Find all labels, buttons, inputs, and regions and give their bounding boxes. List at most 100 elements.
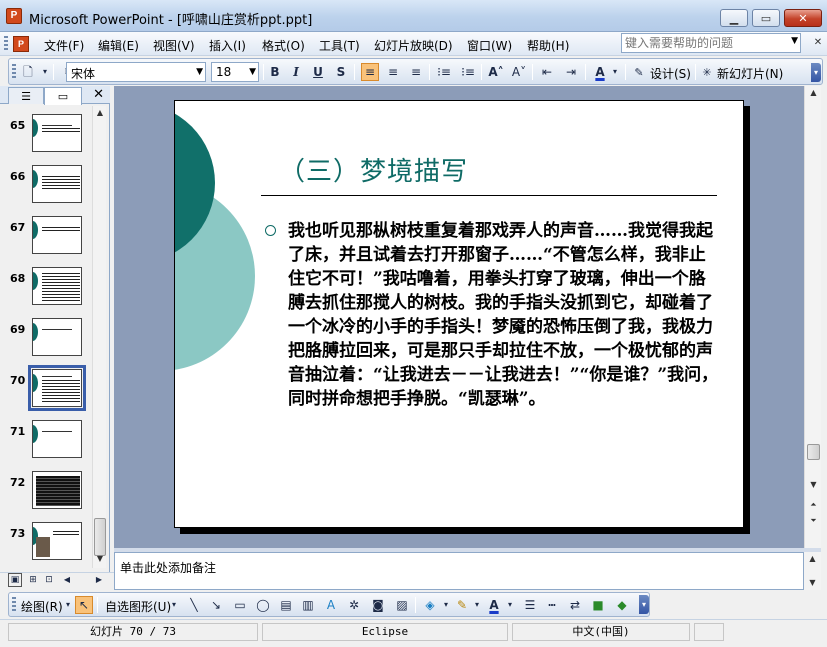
new-slide-button[interactable]: 新幻灯片(N) [717,65,783,82]
menu-slideshow[interactable]: 幻灯片放映(D) [374,37,453,54]
chevron-down-icon[interactable]: ▼ [249,67,256,77]
slide-thumbnail[interactable] [32,165,82,203]
chevron-down-icon[interactable]: ▾ [169,596,179,614]
3d-style-icon[interactable]: ◆ [613,596,631,614]
help-search-box[interactable]: ▼ [621,33,801,53]
chevron-down-icon[interactable]: ▾ [505,596,515,614]
scroll-down-icon[interactable]: ▼ [807,478,820,492]
toolbar-grip[interactable] [12,64,16,80]
align-right-icon[interactable]: ≡ [407,63,425,81]
shadow-button[interactable]: S [332,63,350,81]
slide-title[interactable]: （三）梦境描写 [279,151,468,188]
underline-button[interactable]: U [309,63,327,81]
scroll-right-icon[interactable]: ▶ [94,573,104,587]
powerpoint-icon[interactable]: P [6,8,22,24]
font-size-select[interactable]: 18 ▼ [211,62,259,82]
chevron-down-icon[interactable]: ▼ [791,36,798,46]
menu-window[interactable]: 窗口(W) [467,37,512,54]
shadow-style-icon[interactable]: ■ [589,596,607,614]
slide-thumbnail[interactable] [32,471,82,509]
picture-icon[interactable]: ▨ [393,596,411,614]
oval-icon[interactable]: ◯ [254,596,272,614]
next-slide-icon[interactable]: ⏷ [807,514,820,528]
draw-menu-button[interactable]: 绘图(R) [21,598,63,615]
menu-file[interactable]: 文件(F) [44,37,84,54]
chevron-down-icon[interactable]: ▼ [196,67,203,77]
restore-button[interactable]: ▭ [752,9,780,27]
scroll-down-icon[interactable]: ▼ [94,552,106,566]
scroll-thumb[interactable] [807,444,820,460]
scroll-thumb[interactable] [94,518,106,556]
slide-thumbnail[interactable] [32,114,82,152]
slide-thumbnail[interactable] [32,267,82,305]
line-color-icon[interactable]: ✎ [453,596,471,614]
font-color-icon[interactable]: A [591,63,609,81]
notes-pane[interactable]: 单击此处添加备注 [114,552,804,590]
rectangle-icon[interactable]: ▭ [231,596,249,614]
new-slide-icon[interactable]: ✳ [698,63,716,81]
notes-scrollbar[interactable]: ▲ ▼ [804,552,821,590]
diagram-icon[interactable]: ✲ [345,596,363,614]
chevron-down-icon[interactable]: ▾ [472,596,482,614]
new-document-icon[interactable]: 🗋 [19,63,37,81]
slide-thumbnail[interactable] [32,216,82,254]
toolbar-grip[interactable] [4,36,8,52]
decrease-font-size-icon[interactable]: A˅ [510,63,528,81]
arrow-style-icon[interactable]: ⇄ [566,596,584,614]
toolbar-grip[interactable] [12,597,16,613]
align-left-icon[interactable]: ≡ [361,63,379,81]
scroll-left-icon[interactable]: ◀ [62,573,72,587]
scroll-up-icon[interactable]: ▲ [94,106,106,120]
italic-button[interactable]: I [287,63,305,81]
slide-thumbnail[interactable] [32,420,82,458]
slide-body-text[interactable]: 我也听见那枞树枝重复着那戏弄人的声音……我觉得我起了床，并且试着去打开那窗子……… [288,219,722,411]
slides-pane-scrollbar[interactable]: ▲ ▼ [92,106,106,568]
font-name-select[interactable]: 宋体 ▼ [66,62,206,82]
line-icon[interactable]: ╲ [185,596,203,614]
chevron-down-icon[interactable]: ▾ [36,63,54,81]
close-pane-icon[interactable]: ✕ [93,87,104,102]
scroll-up-icon[interactable]: ▲ [806,554,819,563]
design-button[interactable]: 设计(S) [650,65,691,82]
minimize-button[interactable]: ▁ [720,9,748,27]
menu-help[interactable]: 帮助(H) [527,37,569,54]
wordart-icon[interactable]: A [322,596,340,614]
menu-view[interactable]: 视图(V) [153,37,195,54]
slideshow-view-icon[interactable]: ⊡ [42,573,56,587]
dash-style-icon[interactable]: ┅ [543,596,561,614]
menu-insert[interactable]: 插入(I) [209,37,246,54]
close-document-icon[interactable]: ✕ [813,38,823,48]
autoshapes-button[interactable]: 自选图形(U) [105,598,171,615]
align-center-icon[interactable]: ≡ [384,63,402,81]
numbering-icon[interactable]: ⁝≡ [435,63,453,81]
arrow-icon[interactable]: ↘ [207,596,225,614]
menu-edit[interactable]: 编辑(E) [98,37,139,54]
menu-tools[interactable]: 工具(T) [319,37,360,54]
line-style-icon[interactable]: ☰ [521,596,539,614]
slide-sorter-icon[interactable]: ⊞ [26,573,40,587]
slide-thumbnail[interactable] [32,318,82,356]
menu-format[interactable]: 格式(O) [262,37,305,54]
toolbar-options-icon[interactable]: ▾ [811,63,821,82]
increase-font-size-icon[interactable]: A˄ [487,63,505,81]
scroll-down-icon[interactable]: ▼ [806,578,819,587]
select-objects-icon[interactable]: ↖ [75,596,93,614]
increase-indent-icon[interactable]: ⇥ [562,63,580,81]
bold-button[interactable]: B [266,63,284,81]
text-box-icon[interactable]: ▤ [277,596,295,614]
fill-color-icon[interactable]: ◈ [421,596,439,614]
help-search-input[interactable] [622,34,782,52]
normal-view-icon[interactable]: ▣ [8,573,22,587]
slide-thumbnail-selected[interactable] [28,365,86,411]
previous-slide-icon[interactable]: ⏶ [807,498,820,512]
slide-scrollbar[interactable]: ▲ ▼ ⏶ ⏷ [804,86,821,548]
document-icon[interactable]: P [13,36,29,52]
clip-art-icon[interactable]: ◙ [369,596,387,614]
vertical-text-box-icon[interactable]: ▥ [299,596,317,614]
current-slide[interactable]: （三）梦境描写 我也听见那枞树枝重复着那戏弄人的声音……我觉得我起了床，并且试着… [174,100,744,528]
font-color-icon[interactable]: A [485,596,503,614]
toolbar-options-icon[interactable]: ▾ [639,595,649,614]
tab-slides[interactable]: ▭ [44,87,82,105]
slide-thumbnail[interactable] [32,522,82,560]
bullets-icon[interactable]: ⁝≡ [459,63,477,81]
